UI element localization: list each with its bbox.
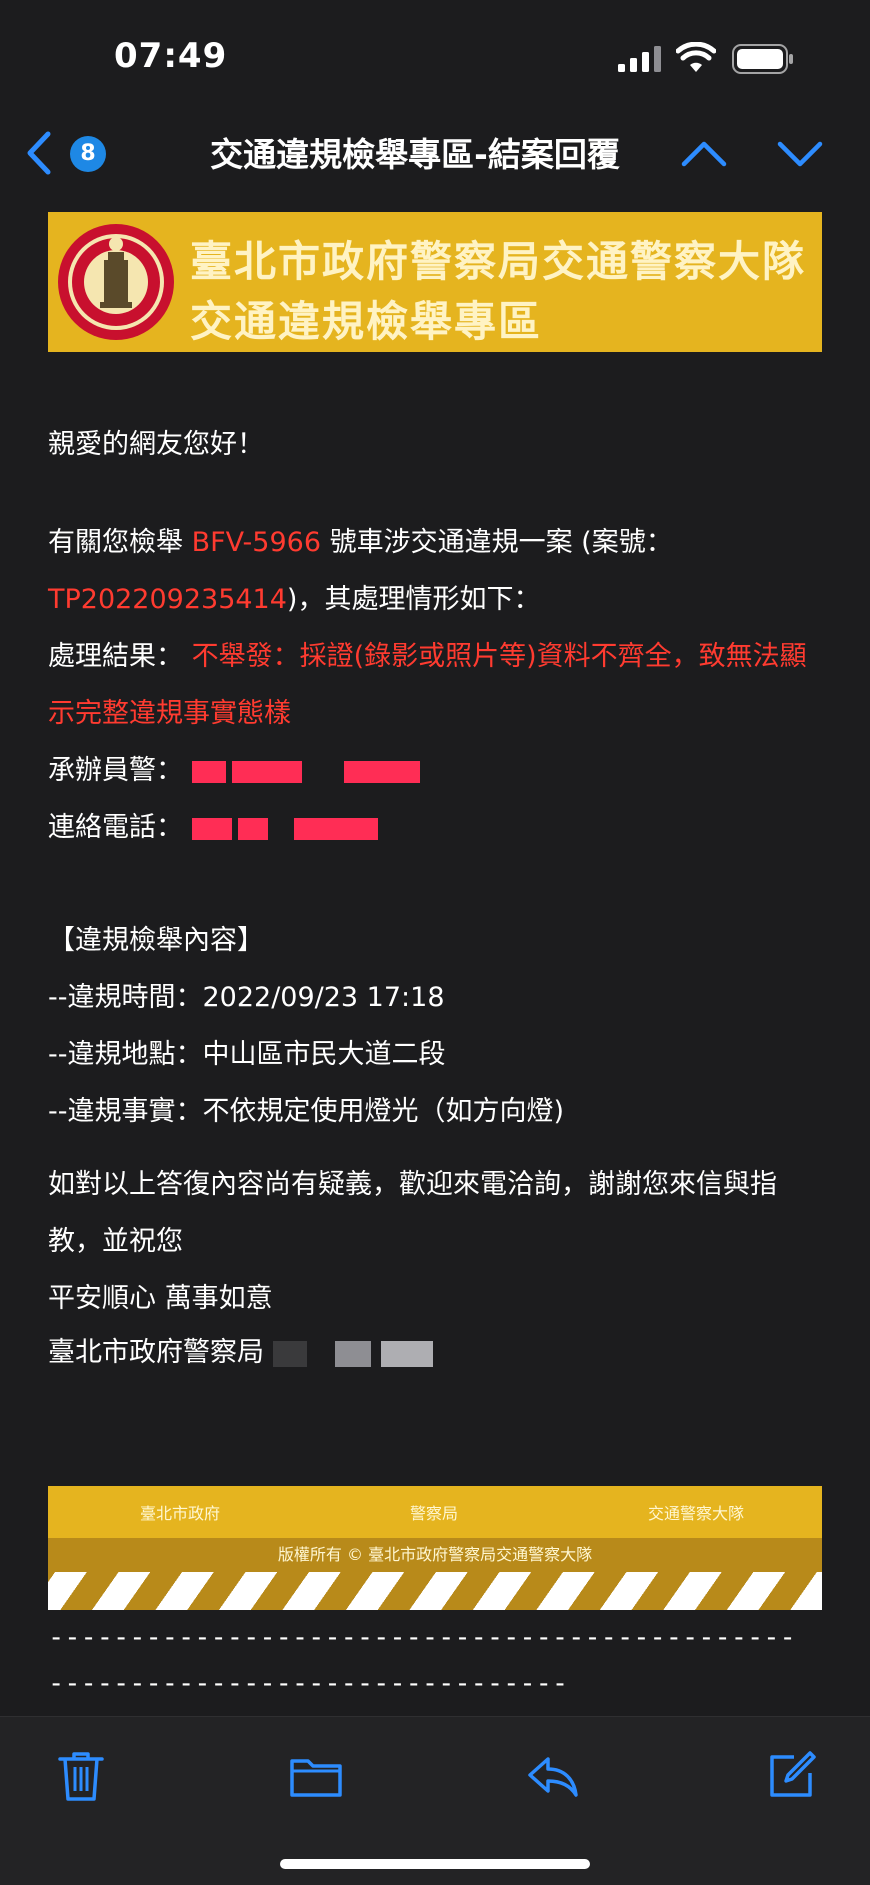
banner-subtitle: 交通違規檢舉專區 — [190, 297, 543, 346]
signature-redacted — [272, 1337, 443, 1368]
battery-icon — [732, 44, 793, 74]
phone-label: 連絡電話： — [48, 812, 183, 843]
case-number-link[interactable]: TP202209235414 — [48, 584, 287, 615]
status-time: 07:49 — [114, 36, 228, 76]
header-banner: 臺北市政府警察局交通警察大隊 交通違規檢舉專區 — [48, 212, 822, 352]
reply-icon[interactable] — [524, 1749, 580, 1803]
status-bar: 07:49 — [0, 0, 870, 110]
trash-icon[interactable] — [54, 1749, 108, 1803]
violation-place: --違規地點：中山區市民大道二段 — [48, 1039, 446, 1070]
folder-icon[interactable] — [288, 1749, 344, 1803]
bottom-toolbar — [0, 1716, 870, 1885]
footer-links: 臺北市政府 警察局 交通警察大隊 — [48, 1486, 822, 1538]
footer-link-traffic-division[interactable]: 交通警察大隊 — [648, 1500, 744, 1524]
mail-body[interactable]: 臺北市政府警察局交通警察大隊 交通違規檢舉專區 親愛的網友您好！ 有關您檢舉 B… — [0, 198, 870, 1716]
greeting: 親愛的網友您好！ — [48, 429, 264, 460]
officer-label: 承辦員警： — [48, 755, 183, 786]
violation-time: --違規時間：2022/09/23 17:18 — [48, 982, 445, 1013]
signature: 臺北市政府警察局 — [48, 1324, 828, 1381]
home-indicator[interactable] — [280, 1859, 590, 1869]
footer-link-police-department[interactable]: 警察局 — [410, 1500, 458, 1524]
wifi-icon — [676, 42, 716, 72]
separator-line-1: ----------------------------------------… — [48, 1622, 796, 1653]
back-chevron-icon[interactable] — [24, 130, 54, 176]
compose-icon[interactable] — [764, 1749, 818, 1803]
cellular-signal-icon — [618, 46, 661, 72]
separator-line-2: -------------------------------- — [48, 1668, 569, 1699]
next-message-icon[interactable] — [776, 140, 824, 170]
footer-banner: 臺北市政府 警察局 交通警察大隊 版權所有 © 臺北市政府警察局交通警察大隊 — [48, 1486, 822, 1610]
footer-link-city-government[interactable]: 臺北市政府 — [140, 1500, 220, 1524]
phone-redacted — [191, 812, 384, 843]
previous-message-icon[interactable] — [680, 138, 728, 168]
closing-text: 如對以上答復內容尚有疑義，歡迎來電洽詢，謝謝您來信與指教，並祝您 平安順心 萬事… — [48, 1169, 777, 1314]
footer-copyright: 版權所有 © 臺北市政府警察局交通警察大隊 — [48, 1538, 822, 1572]
mail-subject-title: 交通違規檢舉專區-結案回覆 — [210, 135, 620, 174]
nav-bar: 8 交通違規檢舉專區-結案回覆 — [0, 110, 870, 198]
police-badge-logo — [58, 224, 174, 340]
hazard-stripes — [48, 1572, 822, 1610]
officer-redacted — [191, 755, 426, 786]
unread-count-badge[interactable]: 8 — [70, 136, 106, 172]
result-label: 處理結果： — [48, 641, 183, 672]
plate-number-link[interactable]: BFV-5966 — [192, 527, 321, 558]
report-details: 【違規檢舉內容】 --違規時間：2022/09/23 17:18 --違規地點：… — [48, 912, 828, 1140]
mail-screen: 07:49 8 交通違規檢舉專區-結案回覆 臺北市政府警察局交通警察大隊 交通違… — [0, 0, 870, 1885]
violation-fact: --違規事實：不依規定使用燈光（如方向燈) — [48, 1096, 565, 1127]
banner-title: 臺北市政府警察局交通警察大隊 — [190, 237, 807, 286]
case-intro: 有關您檢舉 BFV-5966 號車涉交通違規一案 (案號： TP20220923… — [48, 527, 807, 843]
section-title: 【違規檢舉內容】 — [48, 925, 264, 956]
